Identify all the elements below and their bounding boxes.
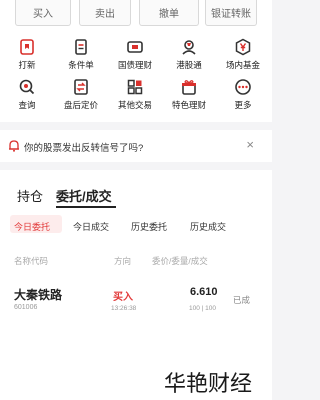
shortcut-ipo[interactable]: 打新 bbox=[0, 38, 54, 71]
shortcut-label: 特色理财 bbox=[171, 100, 206, 110]
order-status: 已成 bbox=[233, 295, 251, 305]
buy-button[interactable]: 买入 bbox=[15, 0, 71, 26]
shortcut-other-trade[interactable]: 其他交易 bbox=[108, 78, 162, 111]
stock-name: 大秦铁路 bbox=[14, 288, 63, 302]
shortcut-label: 港股通 bbox=[176, 60, 202, 70]
bell-icon bbox=[9, 140, 19, 152]
shortcut-label: 更多 bbox=[234, 100, 252, 110]
shortcut-more[interactable]: 更多 bbox=[216, 78, 270, 111]
active-tab-indicator bbox=[56, 206, 116, 208]
column-header-name: 名称代码 bbox=[14, 256, 49, 266]
shortcut-exchange-fund[interactable]: 场内基金 bbox=[216, 38, 270, 71]
shortcut-label: 场内基金 bbox=[225, 60, 260, 70]
gift-icon bbox=[182, 80, 196, 95]
shortcut-grid: 打新 条件单 国债理财 港股通 场内基金 查询 盘后定价 其他交易 特色理财 更… bbox=[0, 30, 272, 122]
shortcut-hk-connect[interactable]: 港股通 bbox=[162, 38, 216, 71]
shortcut-bond[interactable]: 国债理财 bbox=[108, 38, 162, 71]
order-time: 13:26:38 bbox=[111, 305, 137, 312]
shortcut-label: 国债理财 bbox=[117, 60, 152, 70]
yen-badge-icon bbox=[235, 38, 251, 56]
subtab-history-trades[interactable]: 历史成交 bbox=[190, 220, 226, 233]
subtab-today-trades[interactable]: 今日成交 bbox=[73, 220, 109, 233]
more-icon bbox=[235, 79, 251, 95]
shortcut-conditional-order[interactable]: 条件单 bbox=[54, 38, 108, 71]
search-icon bbox=[19, 79, 35, 95]
sell-button[interactable]: 卖出 bbox=[79, 0, 131, 26]
close-icon[interactable]: × bbox=[246, 137, 254, 152]
column-header-direction: 方向 bbox=[114, 256, 132, 266]
shortcut-after-hours[interactable]: 盘后定价 bbox=[54, 78, 108, 111]
tab-orders-trades[interactable]: 委托/成交 bbox=[56, 186, 112, 205]
order-price: 6.610 bbox=[190, 286, 218, 298]
order-direction: 买入 bbox=[113, 292, 133, 303]
order-quantity: 100 | 100 bbox=[189, 305, 216, 312]
shortcut-featured-wealth[interactable]: 特色理财 bbox=[162, 78, 216, 111]
person-flag-icon bbox=[182, 40, 196, 55]
swap-icon bbox=[74, 79, 88, 95]
shortcut-label: 查询 bbox=[18, 100, 36, 110]
action-bar: 买入 卖出 撤单 银证转账 bbox=[0, 0, 272, 30]
notice-banner[interactable]: 你的股票发出反转信号了吗? × bbox=[0, 130, 272, 162]
column-header-price-qty: 委价/委量/成交 bbox=[152, 256, 208, 266]
grid-icon bbox=[127, 79, 143, 95]
shortcut-query[interactable]: 查询 bbox=[0, 78, 54, 111]
bond-icon bbox=[127, 41, 143, 53]
stock-code: 601006 bbox=[14, 304, 38, 311]
tab-positions[interactable]: 持仓 bbox=[17, 186, 43, 205]
shortcut-label: 盘后定价 bbox=[63, 100, 98, 110]
shortcut-label: 打新 bbox=[18, 60, 36, 70]
notice-text: 你的股票发出反转信号了吗? bbox=[24, 143, 144, 154]
shortcut-label: 条件单 bbox=[68, 60, 94, 70]
cancel-order-button[interactable]: 撤单 bbox=[139, 0, 199, 26]
document-icon bbox=[75, 39, 87, 55]
subtab-history-orders[interactable]: 历史委托 bbox=[131, 220, 167, 233]
watermark-text: 华艳财经 bbox=[164, 371, 253, 396]
bookmark-icon bbox=[20, 39, 34, 55]
subtab-today-orders[interactable]: 今日委托 bbox=[14, 220, 50, 233]
shortcut-label: 其他交易 bbox=[117, 100, 152, 110]
bank-transfer-button[interactable]: 银证转账 bbox=[205, 0, 257, 26]
